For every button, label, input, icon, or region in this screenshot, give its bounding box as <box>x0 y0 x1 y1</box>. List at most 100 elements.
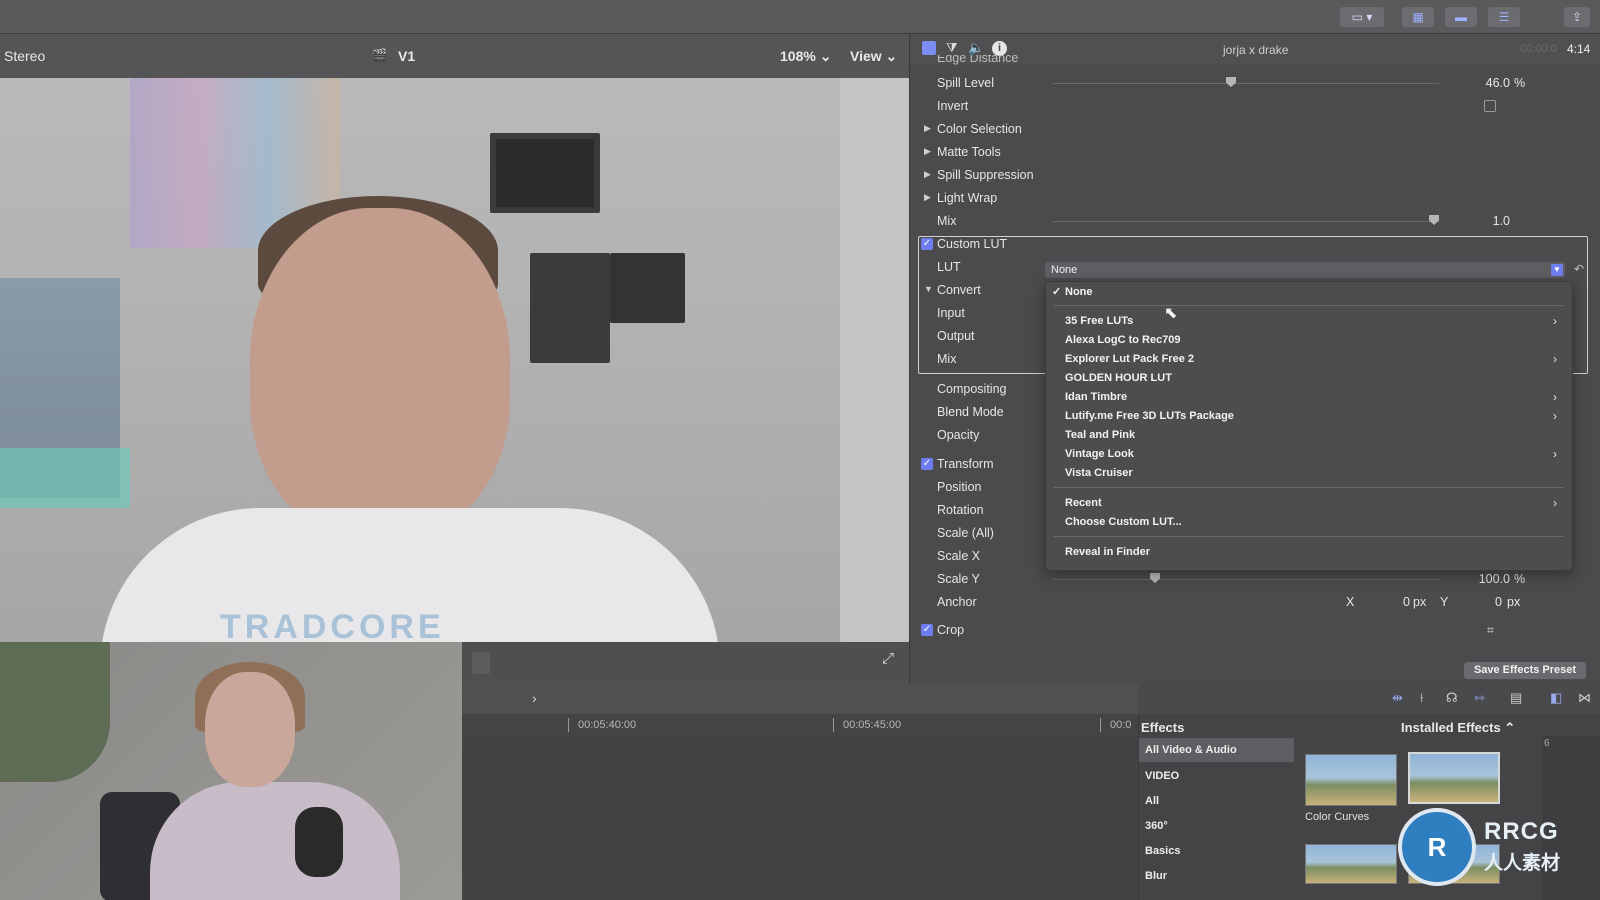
disclosure-right-icon[interactable]: ▶ <box>924 123 931 134</box>
disclosure-right-icon[interactable]: ▶ <box>924 146 931 157</box>
anchor-x-value[interactable]: 0 <box>1390 595 1410 609</box>
menu-separator <box>1054 487 1564 488</box>
crop-checkbox[interactable]: ✓ <box>921 624 933 636</box>
effect-thumbnail-custom-lut[interactable] <box>1408 752 1500 804</box>
webcam-body <box>150 782 400 900</box>
chevron-down-icon[interactable]: ▼ <box>1551 264 1563 276</box>
disclosure-right-icon[interactable]: ▶ <box>924 192 931 203</box>
timeline-toggle-button[interactable]: ▬ <box>1445 7 1477 27</box>
effects-title: Effects <box>1141 720 1185 735</box>
transitions-icon[interactable]: ⋈ <box>1578 690 1591 706</box>
menu-separator <box>1054 536 1564 537</box>
reset-icon[interactable]: ↶ <box>1574 262 1584 276</box>
row-scale-y: Scale Y 100.0 % <box>937 572 1526 586</box>
plant <box>0 642 110 782</box>
spill-level-knob[interactable] <box>1226 77 1236 87</box>
info-icon[interactable]: i <box>992 41 1007 56</box>
lut-select[interactable]: None ▼ <box>1045 262 1565 278</box>
ruler-tick <box>568 718 569 732</box>
zoom-menu[interactable]: 108% ⌄ <box>780 48 831 65</box>
ruler-tick <box>1100 718 1101 732</box>
row-spill-suppression[interactable]: ▶ Spill Suppression <box>910 164 1600 187</box>
crop-icon[interactable]: ⌗ <box>1487 623 1494 638</box>
menu-item-recent[interactable]: Recent › <box>1065 494 1565 513</box>
clip-appearance-icon[interactable]: ⇹ <box>1392 690 1403 706</box>
transform-checkbox[interactable]: ✓ <box>921 458 933 470</box>
save-effects-preset-button[interactable]: Save Effects Preset <box>1464 662 1586 679</box>
row-color-selection[interactable]: ▶ Color Selection <box>910 118 1600 141</box>
mix-knob[interactable] <box>1429 215 1439 225</box>
menu-item-explorer-lut-pack[interactable]: Explorer Lut Pack Free 2 › <box>1065 350 1565 369</box>
menu-item-vista-cruiser[interactable]: Vista Cruiser <box>1065 464 1565 483</box>
audio-label: Stereo <box>4 48 46 64</box>
mouse-cursor-icon: ⬉ <box>1164 305 1178 322</box>
effects-category-360[interactable]: 360° <box>1139 814 1294 838</box>
video-inspector-icon[interactable] <box>922 41 936 55</box>
menu-item-lutify-me[interactable]: Lutify.me Free 3D LUTs Package › <box>1065 407 1565 426</box>
menu-item-none[interactable]: ✓ None <box>1052 283 1565 302</box>
audio-icon[interactable]: 🔈 <box>968 40 984 56</box>
display-options-button[interactable]: ▭ ▾ <box>1340 7 1384 27</box>
inspector-toggle-button[interactable]: ☰ <box>1488 7 1520 27</box>
filter-icon[interactable]: ⧩ <box>946 40 958 56</box>
effects-category-blur[interactable]: Blur <box>1139 864 1294 888</box>
ruler-tick <box>833 718 834 732</box>
menu-item-golden-hour-lut[interactable]: GOLDEN HOUR LUT <box>1065 369 1565 388</box>
timecode: 4:14 <box>1567 42 1591 56</box>
play-handle[interactable] <box>472 652 490 674</box>
effect-thumbnail-color-curves[interactable] <box>1305 754 1397 806</box>
timeline-header: › <box>462 684 1138 714</box>
row-anchor: Anchor X 0 px Y 0 px <box>937 595 1521 609</box>
headphones-icon[interactable]: ☊ <box>1446 690 1458 706</box>
scale-y-knob[interactable] <box>1150 573 1160 583</box>
timeline-ruler: 00:05:40:00 00:05:45:00 00:0 <box>462 714 1138 736</box>
menu-item-35-free-luts[interactable]: 35 Free LUTs › <box>1065 312 1565 331</box>
timeline-body[interactable] <box>462 736 1138 900</box>
effects-category-all[interactable]: All <box>1139 789 1294 813</box>
menu-item-alexa-logc[interactable]: Alexa LogC to Rec709 <box>1065 331 1565 350</box>
effect-thumbnail[interactable] <box>1305 844 1397 884</box>
row-light-wrap[interactable]: ▶ Light Wrap <box>910 187 1600 210</box>
effects-browser-icon[interactable]: ◧ <box>1550 690 1562 706</box>
spill-level-slider[interactable] <box>1053 83 1439 84</box>
effects-category-video[interactable]: VIDEO <box>1139 764 1294 788</box>
invert-checkbox[interactable] <box>1484 100 1496 112</box>
row-edge-distance: Edge Distance <box>937 55 1019 65</box>
menu-item-teal-and-pink[interactable]: Teal and Pink <box>1065 426 1565 445</box>
menu-item-reveal-in-finder[interactable]: Reveal in Finder <box>1065 543 1565 562</box>
snapping-icon[interactable]: ⟊ <box>1420 690 1423 706</box>
share-icon[interactable]: ⇪ <box>1564 7 1590 27</box>
chevron-right-icon[interactable]: › <box>532 690 537 706</box>
submenu-arrow-icon: › <box>1553 447 1557 461</box>
mix-slider[interactable] <box>1053 221 1439 222</box>
effects-category-all-video-audio[interactable]: All Video & Audio <box>1139 738 1294 762</box>
installed-effects-menu[interactable]: Installed Effects ⌃ <box>1401 720 1515 736</box>
spill-level-value[interactable]: 46.0 <box>1470 76 1510 90</box>
menu-item-vintage-look[interactable]: Vintage Look › <box>1065 445 1565 464</box>
submenu-arrow-icon: › <box>1553 352 1557 366</box>
watermark-logo: R <box>1398 808 1476 886</box>
submenu-arrow-icon: › <box>1553 496 1557 510</box>
row-matte-tools[interactable]: ▶ Matte Tools <box>910 141 1600 164</box>
submenu-arrow-icon: › <box>1553 390 1557 404</box>
menu-item-choose-custom-lut[interactable]: Choose Custom LUT... <box>1065 513 1565 532</box>
row-invert: Invert <box>910 95 1600 118</box>
mix-value[interactable]: 1.0 <box>1470 214 1510 228</box>
scale-y-value[interactable]: 100.0 <box>1455 572 1510 586</box>
angle-label: V1 <box>398 48 416 64</box>
anchor-y-unit: px <box>1507 595 1521 609</box>
film-icon[interactable]: ▤ <box>1510 690 1522 706</box>
browser-grid-button[interactable]: ▦ <box>1402 7 1434 27</box>
anchor-y-value[interactable]: 0 <box>1482 595 1502 609</box>
person-face <box>250 208 510 538</box>
disclosure-right-icon[interactable]: ▶ <box>924 169 931 180</box>
anchor-x-unit: px <box>1413 595 1427 609</box>
microphone <box>295 807 343 877</box>
skimming-icon[interactable]: ⇿ <box>1474 690 1485 706</box>
scale-y-slider[interactable] <box>1053 579 1439 580</box>
menu-item-idan-timbre[interactable]: Idan Timbre › <box>1065 388 1565 407</box>
view-menu[interactable]: View ⌄ <box>850 48 897 65</box>
fullscreen-icon[interactable]: ⤢ <box>882 650 894 667</box>
effects-category-basics[interactable]: Basics <box>1139 839 1294 863</box>
webcam-face <box>205 672 295 787</box>
